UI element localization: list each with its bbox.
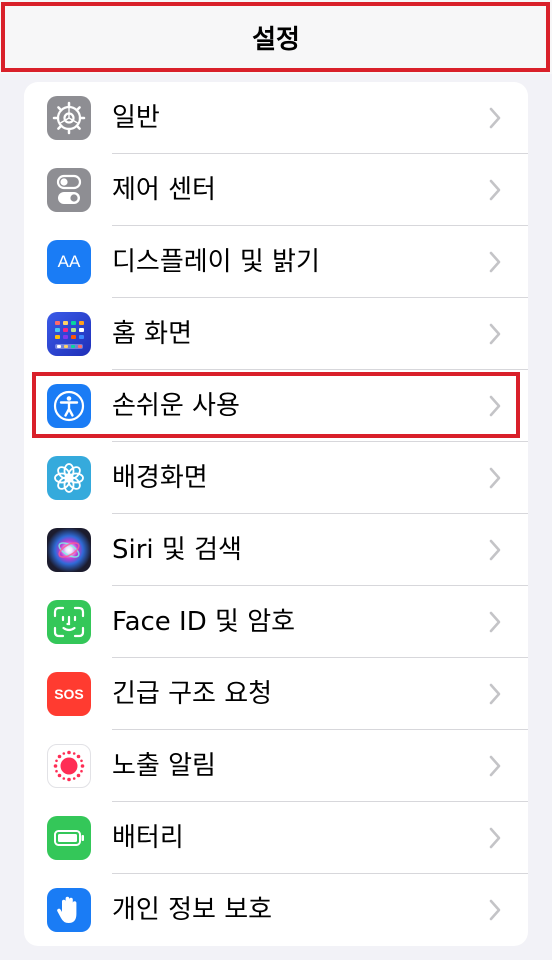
settings-row-home-screen[interactable]: 홈 화면 <box>24 298 528 370</box>
chevron-right-icon <box>489 683 501 705</box>
chevron-right-icon <box>489 323 501 345</box>
settings-row-label: 개인 정보 보호 <box>112 895 273 925</box>
settings-row-exposure-notifications[interactable]: 노출 알림 <box>24 730 528 802</box>
home-grid-icon <box>47 312 91 356</box>
settings-row-label: 긴급 구조 요청 <box>112 679 273 709</box>
settings-row-label: 홈 화면 <box>112 319 193 349</box>
settings-row-label: 배터리 <box>112 823 184 853</box>
settings-row-label: 배경화면 <box>112 463 208 493</box>
settings-row-emergency-sos[interactable]: SOS 긴급 구조 요청 <box>24 658 528 730</box>
battery-icon <box>47 816 91 860</box>
hand-icon <box>47 888 91 932</box>
navigation-bar: 설정 <box>0 0 552 74</box>
accessibility-highlight-box <box>32 372 520 438</box>
siri-icon <box>47 528 91 572</box>
chevron-right-icon <box>489 251 501 273</box>
settings-row-siri[interactable]: Siri 및 검색 <box>24 514 528 586</box>
face-id-icon <box>47 600 91 644</box>
chevron-right-icon <box>489 755 501 777</box>
exposure-icon <box>47 744 91 788</box>
chevron-right-icon <box>489 179 501 201</box>
chevron-right-icon <box>489 899 501 921</box>
settings-row-label: 노출 알림 <box>112 751 216 781</box>
settings-row-label: 제어 센터 <box>112 175 216 205</box>
settings-row-wallpaper[interactable]: 배경화면 <box>24 442 528 514</box>
settings-row-battery[interactable]: 배터리 <box>24 802 528 874</box>
settings-row-label: 일반 <box>112 103 160 133</box>
chevron-right-icon <box>489 539 501 561</box>
gear-icon <box>47 96 91 140</box>
chevron-right-icon <box>489 467 501 489</box>
chevron-right-icon <box>489 107 501 129</box>
chevron-right-icon <box>489 611 501 633</box>
flower-icon <box>47 456 91 500</box>
settings-row-control-center[interactable]: 제어 센터 <box>24 154 528 226</box>
settings-list: 일반 제어 센터 AA 디스플레이 및 밝기 홈 화면 손쉬운 사용 배경화면 … <box>24 82 528 946</box>
title-highlight-box <box>1 2 550 72</box>
settings-row-display[interactable]: AA 디스플레이 및 밝기 <box>24 226 528 298</box>
toggles-icon <box>47 168 91 212</box>
aa-icon: AA <box>47 240 91 284</box>
settings-row-label: Face ID 및 암호 <box>112 607 296 637</box>
settings-row-general[interactable]: 일반 <box>24 82 528 154</box>
settings-row-face-id[interactable]: Face ID 및 암호 <box>24 586 528 658</box>
chevron-right-icon <box>489 827 501 849</box>
settings-row-label: 디스플레이 및 밝기 <box>112 247 320 277</box>
sos-icon: SOS <box>47 672 91 716</box>
settings-row-label: Siri 및 검색 <box>112 535 242 565</box>
settings-row-privacy[interactable]: 개인 정보 보호 <box>24 874 528 946</box>
